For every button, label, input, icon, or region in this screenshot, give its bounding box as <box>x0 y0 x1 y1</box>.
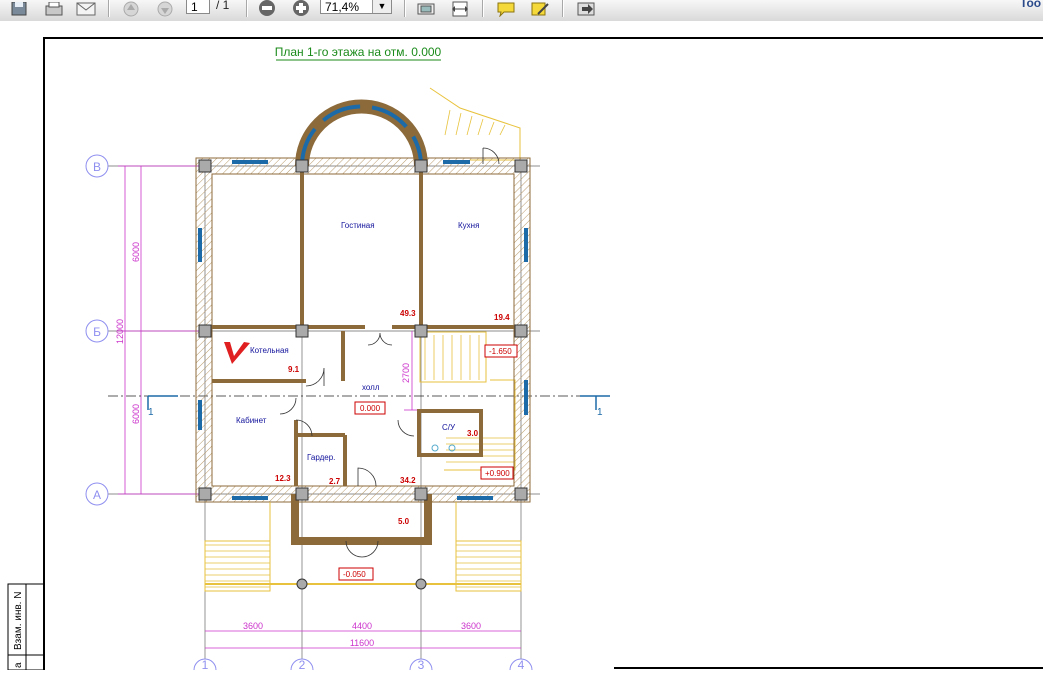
room-living: Гостиная <box>341 221 375 230</box>
area-49-3: 49.3 <box>400 309 416 318</box>
section-label-right: 1 <box>597 407 603 418</box>
level-plus-0-900: +0.900 <box>485 469 510 478</box>
toolbar: 1 / 1 71,4% ▼ Too <box>0 0 1043 22</box>
room-wardrobe: Гардер. <box>307 453 335 462</box>
area-3-0: 3.0 <box>467 429 479 438</box>
dim-12000: 12000 <box>115 319 125 344</box>
dim-4400: 4400 <box>352 621 372 631</box>
email-icon[interactable] <box>74 0 98 17</box>
area-19-4: 19.4 <box>494 313 510 322</box>
zoom-value: 71,4% <box>325 0 360 14</box>
axis-label-b: Б <box>93 325 101 339</box>
level-minus-1-650: -1.650 <box>489 347 512 356</box>
check-mark-icon <box>224 342 250 364</box>
drawing-title: План 1-го этажа на отм. 0.000 <box>275 45 442 59</box>
dim-11600: 11600 <box>350 638 374 648</box>
print-icon[interactable] <box>42 0 66 17</box>
room-hall: холл <box>362 383 380 392</box>
left-dimensions <box>118 165 420 495</box>
chevron-down-icon[interactable]: ▼ <box>372 0 391 13</box>
prev-page-icon[interactable] <box>120 0 142 17</box>
page-total: / 1 <box>216 0 230 12</box>
stamp-text: Взам. инв. N <box>13 592 24 650</box>
axis-label-3: 3 <box>418 658 425 670</box>
zoom-select[interactable]: 71,4% ▼ <box>320 0 392 14</box>
area-34-2: 34.2 <box>400 476 416 485</box>
room-boiler: Котельная <box>250 346 289 355</box>
stamp-text-2: а <box>13 662 24 668</box>
area-12-3: 12.3 <box>275 474 291 483</box>
fit-page-icon[interactable] <box>414 0 438 17</box>
zoom-out-icon[interactable] <box>255 0 279 17</box>
level-minus-0-050: -0.050 <box>343 570 366 579</box>
axis-label-a: А <box>93 488 101 502</box>
dim-6000-bottom: 6000 <box>131 404 141 424</box>
area-9-1: 9.1 <box>288 365 300 374</box>
sign-icon[interactable] <box>528 0 552 17</box>
area-2-7: 2.7 <box>329 477 341 486</box>
sheet-frame <box>43 37 1043 670</box>
tools-label[interactable]: Too <box>1020 0 1041 10</box>
dim-6000-top: 6000 <box>131 242 141 262</box>
next-page-icon[interactable] <box>154 0 176 17</box>
walls <box>195 99 531 591</box>
windows <box>198 160 528 500</box>
comment-icon[interactable] <box>494 0 518 17</box>
axis-label-4: 4 <box>518 658 525 670</box>
axis-label-2: 2 <box>299 658 306 670</box>
fit-width-icon[interactable] <box>448 0 472 17</box>
dim-2700: 2700 <box>401 363 411 383</box>
save-icon[interactable] <box>8 0 30 17</box>
export-icon[interactable] <box>574 0 598 17</box>
level-0-000: 0.000 <box>360 404 381 413</box>
zoom-in-icon[interactable] <box>289 0 313 17</box>
room-wc: С/У <box>442 423 456 432</box>
area-5-0: 5.0 <box>398 517 410 526</box>
room-kitchen: Кухня <box>458 221 479 230</box>
dim-3600-left: 3600 <box>243 621 263 631</box>
document-page: Взам. инв. N а План 1-го этажа на отм. 0… <box>0 21 1043 675</box>
axis-label-v: В <box>93 160 101 174</box>
section-label-left: 1 <box>148 407 154 418</box>
floor-plan-drawing: Взам. инв. N а План 1-го этажа на отм. 0… <box>7 37 1043 675</box>
dim-3600-right: 3600 <box>461 621 481 631</box>
axis-label-1: 1 <box>202 658 209 670</box>
page-number-input[interactable]: 1 <box>186 0 210 14</box>
room-study: Кабинет <box>236 416 267 425</box>
